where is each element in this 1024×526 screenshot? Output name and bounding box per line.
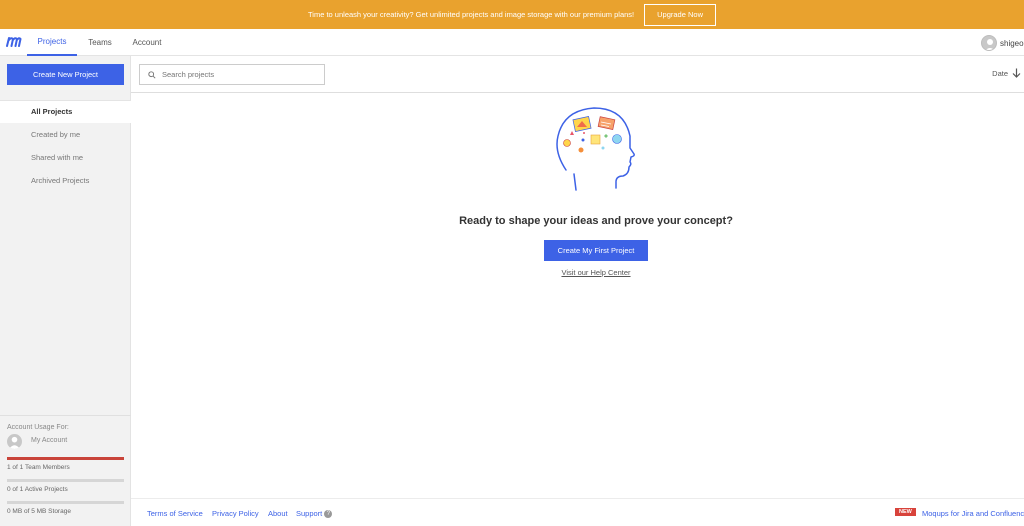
support-link[interactable]: Support? xyxy=(296,509,333,519)
support-label: Support xyxy=(296,509,323,518)
footer: Terms of Service Privacy Policy About Su… xyxy=(131,498,1024,526)
sort-dropdown[interactable]: Date xyxy=(992,68,1021,78)
storage-meter xyxy=(7,501,124,504)
search-box[interactable] xyxy=(139,64,325,85)
empty-state: Ready to shape your ideas and prove your… xyxy=(131,93,1024,498)
account-avatar xyxy=(7,434,22,449)
help-center-link[interactable]: Visit our Help Center xyxy=(544,268,648,277)
account-usage-panel: Account Usage For: My Account 1 of 1 Tea… xyxy=(0,415,131,526)
sidebar-item-created-by-me[interactable]: Created by me xyxy=(0,123,131,146)
head-ideas-illustration xyxy=(556,107,635,191)
top-nav: Projects Teams Account shigeo xyxy=(0,29,1024,56)
search-icon xyxy=(148,70,156,79)
upgrade-now-button[interactable]: Upgrade Now xyxy=(644,3,716,26)
user-menu[interactable]: shigeo xyxy=(981,34,1024,52)
arrow-down-icon xyxy=(1012,68,1021,78)
upgrade-banner: Time to unleash your creativity? Get unl… xyxy=(0,0,1024,29)
team-members-label: 1 of 1 Team Members xyxy=(7,464,70,471)
question-icon: ? xyxy=(324,510,333,519)
terms-of-service-link[interactable]: Terms of Service xyxy=(147,509,203,518)
jira-confluence-promo-link[interactable]: Moqups for Jira and Confluence xyxy=(922,509,1024,518)
sidebar-item-archived-projects[interactable]: Archived Projects xyxy=(0,169,131,192)
user-silhouette-icon xyxy=(8,436,21,449)
active-projects-meter xyxy=(7,479,124,482)
avatar xyxy=(981,35,997,51)
usage-title: Account Usage For: xyxy=(7,424,69,431)
sidebar-item-shared-with-me[interactable]: Shared with me xyxy=(0,146,131,169)
moqups-logo-icon[interactable] xyxy=(6,33,22,49)
tab-account[interactable]: Account xyxy=(125,29,169,56)
team-members-meter-fill xyxy=(7,457,124,460)
tab-projects[interactable]: Projects xyxy=(27,29,77,56)
storage-label: 0 MB of 5 MB Storage xyxy=(7,508,71,515)
new-badge: NEW xyxy=(895,508,916,516)
privacy-policy-link[interactable]: Privacy Policy xyxy=(212,509,259,518)
sidebar-item-all-projects[interactable]: All Projects xyxy=(0,100,131,123)
search-input[interactable] xyxy=(162,70,312,79)
projects-toolbar: Date xyxy=(131,56,1024,93)
usage-account-label: My Account xyxy=(31,437,68,444)
sort-label: Date xyxy=(992,68,1008,78)
user-name: shigeo xyxy=(1000,38,1024,48)
active-projects-label: 0 of 1 Active Projects xyxy=(7,486,68,493)
banner-text: Time to unleash your creativity? Get unl… xyxy=(308,10,635,19)
tab-teams[interactable]: Teams xyxy=(80,29,120,56)
sidebar: Create New Project All Projects Created … xyxy=(0,56,131,526)
empty-state-headline: Ready to shape your ideas and prove your… xyxy=(459,215,733,227)
create-first-project-button[interactable]: Create My First Project xyxy=(544,240,648,261)
team-members-meter xyxy=(7,457,124,460)
user-silhouette-icon xyxy=(985,39,995,50)
create-new-project-button[interactable]: Create New Project xyxy=(7,64,124,85)
about-link[interactable]: About xyxy=(268,509,288,518)
